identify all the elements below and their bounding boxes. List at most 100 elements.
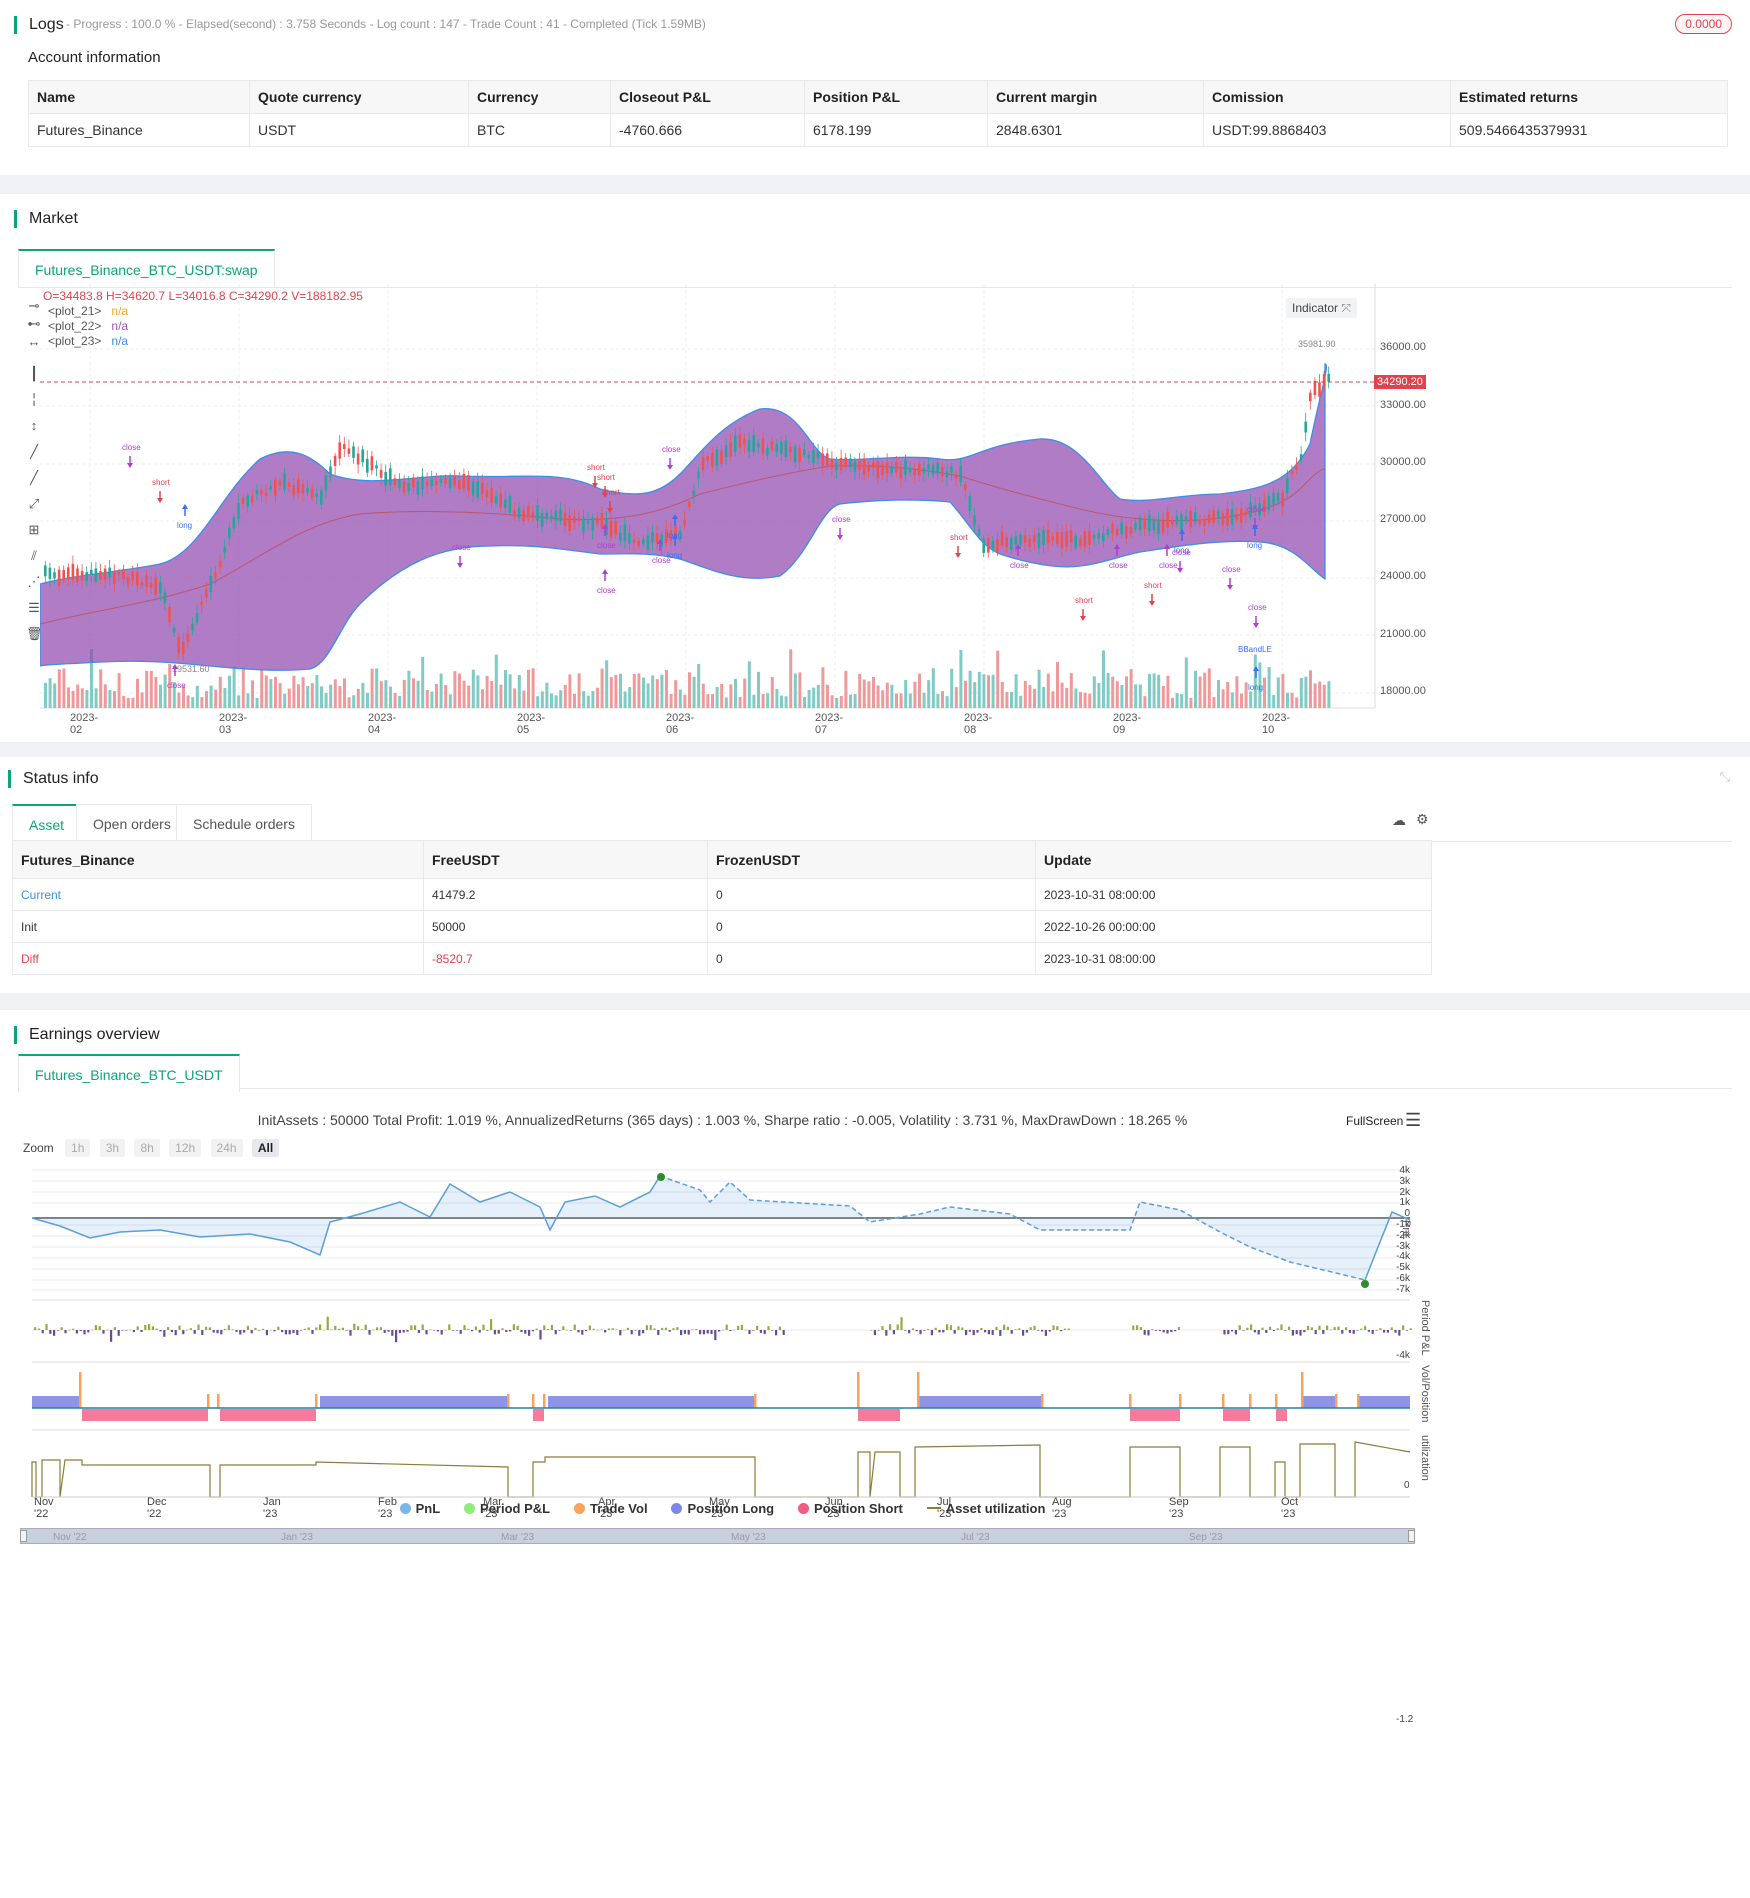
volume-bar (706, 694, 710, 708)
candle-body (849, 458, 852, 468)
signal-label: short (1144, 581, 1163, 590)
volume-bar (1014, 674, 1018, 708)
zoom-12h-button[interactable]: 12h (169, 1139, 202, 1157)
candle-body (858, 460, 861, 471)
period-pnl-bar (1345, 1327, 1348, 1330)
candle-body (651, 532, 654, 543)
period-pnl-bar (611, 1328, 614, 1330)
period-pnl-bar (1056, 1326, 1059, 1330)
tab-asset[interactable]: Asset (12, 804, 82, 842)
volume-bar (1019, 695, 1023, 708)
volume-bar (306, 686, 310, 708)
account-cell-quote: USDT (249, 113, 469, 147)
period-pnl-bar (1006, 1326, 1009, 1330)
period-pnl-bar (1037, 1330, 1040, 1331)
market-symbol-tab[interactable]: Futures_Binance_BTC_USDT:swap (18, 249, 275, 287)
fullscreen-button[interactable]: FullScreen (1346, 1114, 1403, 1128)
volume-bar (1221, 689, 1225, 708)
period-pnl-bar (885, 1330, 888, 1336)
volume-bar (738, 696, 742, 708)
volume-bar (1286, 692, 1289, 708)
period-pnl-bar (262, 1328, 265, 1330)
trade-vol-bar (917, 1372, 920, 1408)
volume-bar (747, 661, 751, 708)
period-pnl-bar (649, 1325, 652, 1330)
account-cell-position: 6178.199 (804, 113, 988, 147)
zoom-24h-button[interactable]: 24h (210, 1139, 243, 1157)
candle-body (76, 568, 79, 583)
earnings-title: Earnings overview (14, 1026, 160, 1044)
candle-body (103, 568, 107, 580)
period-pnl-bar (661, 1327, 664, 1330)
navigator-handle-left[interactable] (20, 1530, 27, 1542)
trade-vol-bar (1222, 1394, 1225, 1408)
legend-item-pnl[interactable]: PnL (399, 1501, 440, 1516)
hamburger-menu-icon[interactable]: ☰ (1405, 1110, 1421, 1131)
asset-col-frozen: FrozenUSDT (707, 840, 1036, 879)
volume-bar (761, 693, 765, 708)
candle-body (614, 521, 617, 535)
volume-bar (67, 687, 70, 708)
candle-body (1309, 392, 1312, 402)
candle-body (246, 495, 249, 507)
tab-open-orders[interactable]: Open orders (76, 804, 188, 842)
legend-item-asset-utilization[interactable]: Asset utilization (926, 1501, 1045, 1516)
volume-bar (720, 683, 724, 708)
account-cell-closeout: -4760.666 (610, 113, 805, 147)
period-pnl-bar (493, 1330, 496, 1335)
candlestick-chart[interactable]: 35981.90 19531.60 closeshortlongcloseclo… (40, 284, 1460, 724)
trade-vol-bar (79, 1372, 82, 1408)
legend-item-trade-vol[interactable]: Trade Vol (574, 1501, 648, 1516)
period-pnl-bar (581, 1330, 584, 1335)
volume-bar (1120, 684, 1124, 708)
volume-bar (789, 649, 793, 708)
volume-bar (1083, 692, 1087, 708)
candle-body (62, 570, 65, 581)
period-pnl-bar (1386, 1330, 1389, 1333)
zoom-8h-button[interactable]: 8h (134, 1139, 160, 1157)
legend-item-position-short[interactable]: Position Short (798, 1501, 903, 1516)
time-tick: 2023-10 (1262, 712, 1291, 736)
position-short-bar (1276, 1409, 1287, 1421)
period-pnl-bar (778, 1326, 781, 1330)
cloud-download-icon[interactable]: ☁ (1392, 812, 1406, 829)
candle-body (370, 456, 374, 471)
volume-bar (913, 681, 917, 708)
period-pnl-bar (1352, 1330, 1355, 1334)
period-pnl-bar (417, 1330, 420, 1333)
period-pnl-bar (140, 1330, 143, 1333)
earnings-symbol-tab[interactable]: Futures_Binance_BTC_USDT (18, 1054, 240, 1092)
zoom-3h-button[interactable]: 3h (99, 1139, 126, 1157)
period-pnl-bar (600, 1329, 603, 1331)
volume-bar (471, 669, 475, 708)
legend-item-period-pnl[interactable]: Period P&L (464, 1501, 550, 1516)
navigator-handle-right[interactable] (1408, 1530, 1415, 1542)
candle-body (1166, 511, 1169, 528)
period-pnl-bar (1067, 1328, 1070, 1330)
tab-schedule-orders[interactable]: Schedule orders (176, 804, 312, 842)
earnings-chart[interactable] (20, 1162, 1440, 1532)
legend-item-position-long[interactable]: Position Long (671, 1501, 774, 1516)
time-tick: 2023-05 (517, 712, 546, 736)
period-pnl-bar (288, 1330, 291, 1335)
zoom-all-button[interactable]: All (251, 1139, 280, 1157)
period-pnl-bar (528, 1330, 531, 1336)
period-pnl-bar (1033, 1325, 1036, 1330)
volume-bar (729, 684, 733, 708)
status-title: Status info (8, 770, 99, 788)
period-pnl-bar (265, 1330, 268, 1336)
volume-bar (715, 686, 719, 708)
navigator-scrollbar[interactable]: Nov '22 Jan '23 Mar '23 May '23 Jul '23 … (20, 1528, 1415, 1544)
candle-body (844, 457, 847, 468)
candle-body (343, 444, 346, 450)
volume-bar (692, 676, 696, 708)
settings-gear-icon[interactable]: ⚙ (1416, 811, 1429, 828)
period-pnl-bar (911, 1328, 914, 1330)
candle-body (1226, 508, 1229, 526)
volume-bar (191, 697, 195, 708)
zoom-1h-button[interactable]: 1h (65, 1139, 91, 1157)
period-pnl-bar (178, 1325, 181, 1330)
volume-bar (849, 694, 852, 708)
candle-body (724, 445, 728, 458)
collapse-icon[interactable]: ⤡ (1720, 769, 1730, 785)
